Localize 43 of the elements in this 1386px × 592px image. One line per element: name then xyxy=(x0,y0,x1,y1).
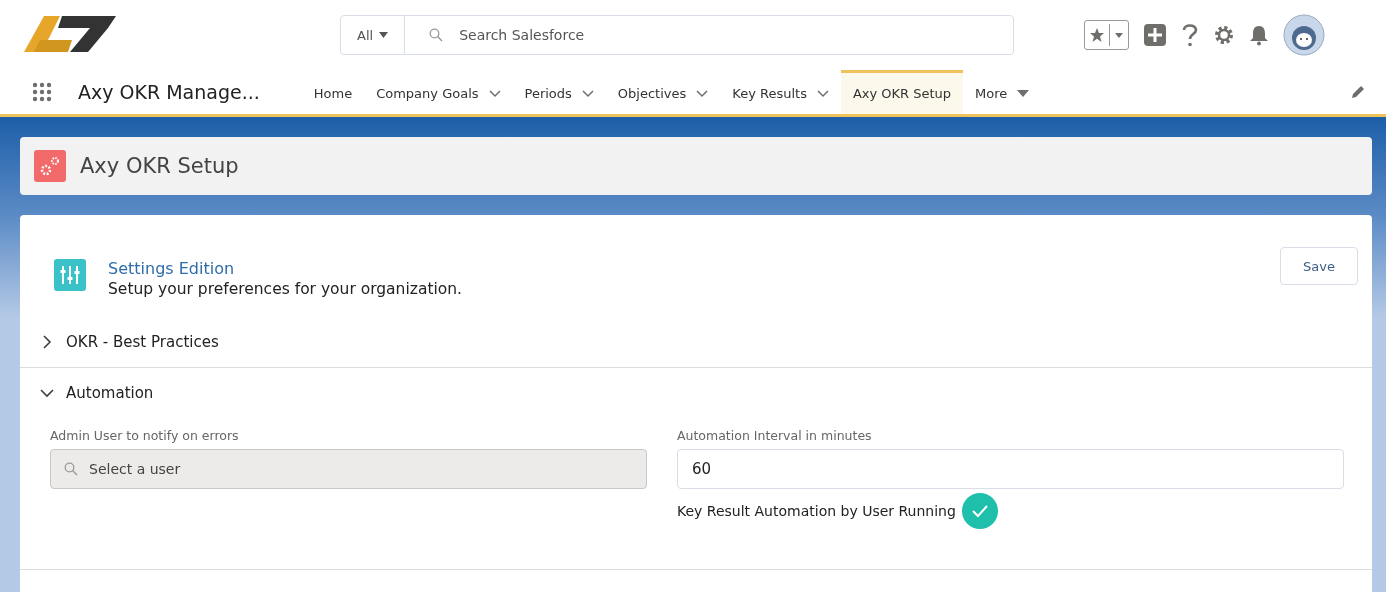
search-bar[interactable]: All Search Salesforce xyxy=(340,15,1014,55)
field-label: Automation Interval in minutes xyxy=(677,428,873,443)
caret-icon xyxy=(1017,89,1030,98)
app-name: Axy OKR Manage... xyxy=(78,81,260,103)
section-header[interactable]: Automation xyxy=(40,368,1372,418)
nav-tab[interactable]: More xyxy=(963,70,1042,114)
scope-dropdown[interactable]: All xyxy=(341,16,406,54)
page-title: Axy OKR Setup xyxy=(80,154,239,178)
bell-icon[interactable] xyxy=(1249,24,1269,46)
search-icon xyxy=(429,28,444,42)
interval-input[interactable]: 60 xyxy=(677,449,1344,489)
sliders-icon xyxy=(54,259,86,291)
app-launcher-icon[interactable] xyxy=(32,82,52,102)
edit-icon[interactable] xyxy=(1350,84,1366,100)
caret-icon xyxy=(1114,31,1124,39)
save-button[interactable]: Save xyxy=(1280,247,1358,285)
search-icon xyxy=(64,462,78,476)
gears-icon xyxy=(34,150,66,182)
nav-tab[interactable]: Periods xyxy=(512,70,606,114)
star-icon xyxy=(1089,27,1105,43)
favorites-button[interactable] xyxy=(1084,20,1129,50)
nav-tab[interactable]: Company Goals xyxy=(364,70,513,114)
field-label: Admin User to notify on errors xyxy=(50,428,240,443)
section-header[interactable]: OKR - Best Practices xyxy=(40,317,1372,367)
nav-tab[interactable]: Objectives xyxy=(605,70,721,114)
nav-tab[interactable]: Home xyxy=(301,70,365,114)
nav-tab[interactable]: Key Results xyxy=(720,70,841,114)
add-icon[interactable] xyxy=(1143,23,1167,47)
settings-title: Settings Edition xyxy=(108,259,236,278)
avatar-icon[interactable] xyxy=(1283,14,1325,56)
running-label: Key Result Automation by User Running xyxy=(677,503,956,519)
user-lookup-field[interactable]: Select a user xyxy=(50,449,647,489)
chevron-down-icon xyxy=(40,386,54,400)
chevron-down-icon[interactable] xyxy=(816,89,829,98)
chevron-down-icon[interactable] xyxy=(488,89,501,98)
chevron-right-icon xyxy=(40,335,54,349)
chevron-down-icon[interactable] xyxy=(696,89,709,98)
caret-icon xyxy=(379,32,389,38)
settings-icon[interactable] xyxy=(1213,24,1235,46)
settings-subtitle: Setup your preferences for your organization. xyxy=(108,280,463,298)
chevron-down-icon[interactable] xyxy=(581,89,594,98)
nav-tab[interactable]: Axy OKR Setup xyxy=(840,70,964,114)
help-icon[interactable] xyxy=(1181,22,1199,48)
